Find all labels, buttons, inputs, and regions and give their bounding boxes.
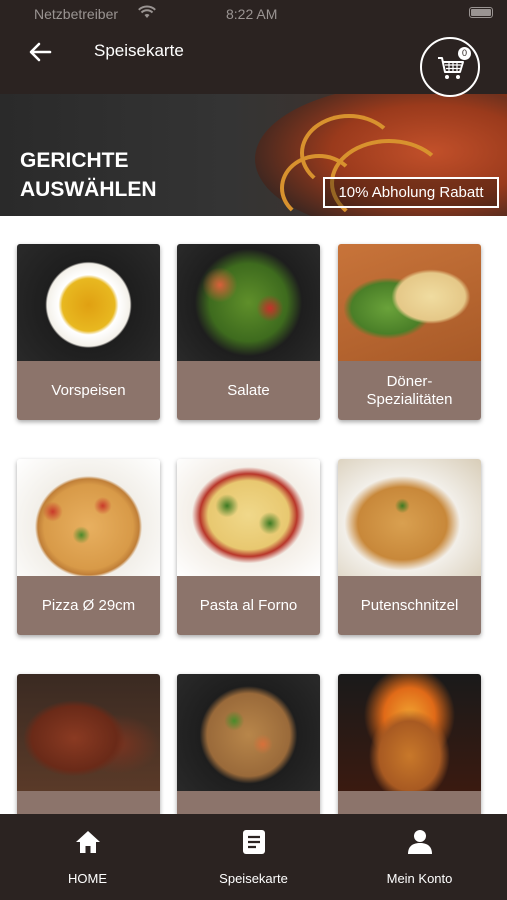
app-header: Speisekarte 0 (0, 28, 507, 97)
nav-item-mein-konto[interactable]: Mein Konto (335, 814, 504, 900)
category-grid: Vorspeisen Salate Döner-Spezialitäten Pi… (0, 216, 507, 814)
category-card-pizza[interactable]: Pizza Ø 29cm (17, 459, 160, 635)
category-label: Vorspeisen (17, 361, 160, 420)
category-label: Nudelgerichte (177, 791, 320, 814)
page-title: Speisekarte (94, 41, 184, 60)
pizza-image (17, 459, 160, 576)
back-arrow-icon[interactable] (26, 38, 54, 66)
wifi-icon (138, 5, 156, 18)
discount-badge: 10% Abholung Rabatt (323, 177, 499, 208)
home-icon (75, 831, 100, 853)
nav-label-mein-konto: Mein Konto (386, 871, 453, 886)
category-card-salate[interactable]: Salate (177, 244, 320, 420)
steak-image (17, 674, 160, 791)
user-icon (407, 830, 432, 854)
category-label: Putenschnitzel (338, 576, 481, 635)
category-label: Döner-Spezialitäten (338, 361, 481, 420)
category-card-putenschnitzel[interactable]: Putenschnitzel (338, 459, 481, 635)
soup-image (17, 244, 160, 361)
grill-sausage-image (338, 674, 481, 791)
category-card-gefluegel-wurst[interactable]: Geflügel-Wurst (338, 674, 481, 814)
promo-banner: GERICHTE AUSWÄHLEN 10% Abholung Rabatt (0, 94, 507, 216)
banner-headline-line1: GERICHTE (20, 149, 129, 172)
cart-count-badge: 0 (458, 47, 471, 60)
category-label: Spezialitäten (17, 791, 160, 814)
noodles-image (177, 674, 320, 791)
banner-headline-line2: AUSWÄHLEN (20, 178, 157, 201)
category-card-vorspeisen[interactable]: Vorspeisen (17, 244, 160, 420)
cart-button[interactable]: 0 (420, 37, 480, 97)
status-bar: Netzbetreiber 8:22 AM (0, 0, 507, 28)
salad-image (177, 244, 320, 361)
category-label: Salate (177, 361, 320, 420)
bottom-navigation: HOME Speisekarte Mein Konto (0, 814, 507, 900)
category-card-pasta-al-forno[interactable]: Pasta al Forno (177, 459, 320, 635)
status-time: 8:22 AM (226, 6, 278, 22)
category-label: Pasta al Forno (177, 576, 320, 635)
nav-item-speisekarte[interactable]: Speisekarte (169, 814, 338, 900)
category-label: Geflügel-Wurst (338, 791, 481, 814)
banner-headline: GERICHTE AUSWÄHLEN (20, 146, 157, 204)
battery-icon (469, 7, 493, 18)
nav-item-home[interactable]: HOME (3, 814, 172, 900)
category-card-nudelgerichte[interactable]: Nudelgerichte (177, 674, 320, 814)
category-card-spezialitaeten[interactable]: Spezialitäten (17, 674, 160, 814)
pasta-al-forno-image (177, 459, 320, 576)
doener-image (338, 244, 481, 361)
schnitzel-image (338, 459, 481, 576)
nav-label-home: HOME (68, 871, 107, 886)
menu-list-icon (242, 830, 265, 854)
category-label: Pizza Ø 29cm (17, 576, 160, 635)
carrier-name: Netzbetreiber (34, 6, 119, 22)
category-card-doener[interactable]: Döner-Spezialitäten (338, 244, 481, 420)
nav-label-speisekarte: Speisekarte (219, 871, 288, 886)
